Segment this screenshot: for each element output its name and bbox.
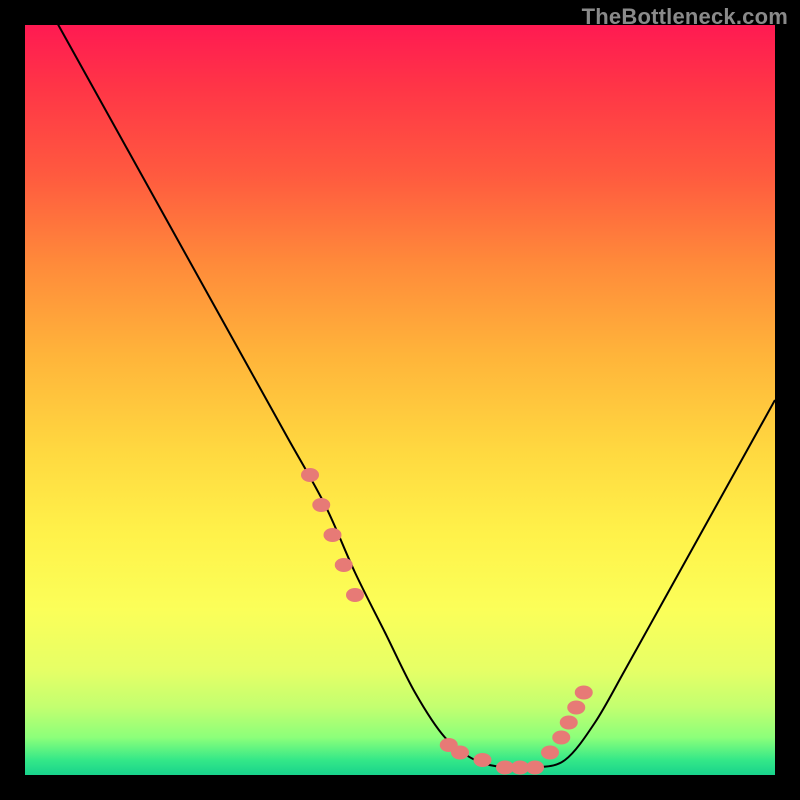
highlight-marker xyxy=(312,498,330,512)
highlight-marker xyxy=(301,468,319,482)
bottleneck-curve-path xyxy=(25,25,775,768)
highlight-marker xyxy=(335,558,353,572)
highlight-marker xyxy=(451,746,469,760)
plot-area xyxy=(25,25,775,775)
highlight-marker xyxy=(552,731,570,745)
chart-frame: TheBottleneck.com xyxy=(0,0,800,800)
highlight-marker xyxy=(474,753,492,767)
watermark-text: TheBottleneck.com xyxy=(582,4,788,30)
highlight-marker xyxy=(575,686,593,700)
highlight-markers xyxy=(301,468,593,775)
bottleneck-curve-svg xyxy=(25,25,775,775)
highlight-marker xyxy=(567,701,585,715)
highlight-marker xyxy=(541,746,559,760)
highlight-marker xyxy=(346,588,364,602)
highlight-marker xyxy=(560,716,578,730)
highlight-marker xyxy=(526,761,544,775)
highlight-marker xyxy=(324,528,342,542)
